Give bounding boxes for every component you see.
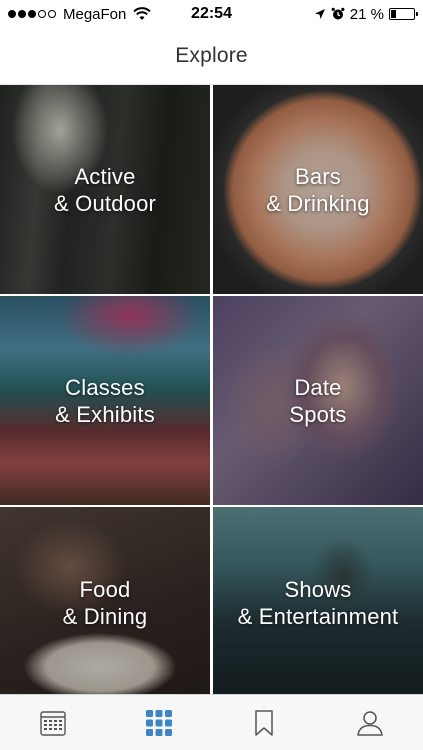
category-tile-active-outdoor[interactable]: Active & Outdoor: [0, 85, 210, 294]
battery-percent: 21 %: [349, 5, 384, 23]
signal-strength-icon: [8, 10, 56, 18]
signal-dot: [28, 10, 36, 18]
category-tile-shows-entertainment[interactable]: Shows & Entertainment: [213, 507, 423, 698]
signal-dot: [38, 10, 46, 18]
signal-dot: [18, 10, 26, 18]
tab-saved[interactable]: [234, 695, 294, 750]
category-tile-classes-exhibits[interactable]: Classes & Exhibits: [0, 296, 210, 505]
category-label: Active & Outdoor: [53, 163, 157, 216]
battery-icon: [389, 8, 418, 20]
category-tile-date-spots[interactable]: Date Spots: [213, 296, 423, 505]
status-right: 21 %: [314, 5, 418, 23]
category-tile-food-dining[interactable]: Food & Dining: [0, 507, 210, 698]
tab-explore[interactable]: [129, 695, 189, 750]
alarm-icon: [331, 7, 345, 20]
bookmark-icon: [255, 709, 274, 736]
profile-icon: [357, 710, 383, 736]
location-arrow-icon: [314, 9, 325, 19]
tab-calendar[interactable]: [23, 695, 83, 750]
signal-dot: [8, 10, 16, 18]
category-label: Shows & Entertainment: [237, 576, 399, 629]
category-label: Date Spots: [289, 374, 347, 427]
wifi-icon: [133, 7, 152, 20]
tab-profile[interactable]: [340, 695, 400, 750]
category-grid: Active & Outdoor Bars & Drinking Classes…: [0, 85, 423, 698]
grid-icon: [145, 709, 172, 736]
category-label: Bars & Drinking: [266, 163, 370, 216]
carrier-name: MegaFon: [63, 5, 127, 23]
signal-dot: [48, 10, 56, 18]
clock-time: 22:54: [191, 5, 232, 22]
tab-bar: [0, 694, 423, 750]
navigation-bar: Explore: [0, 28, 423, 85]
status-left: MegaFon: [8, 5, 152, 23]
category-label: Food & Dining: [62, 576, 148, 629]
calendar-icon: [40, 710, 66, 736]
battery-fill: [391, 10, 396, 18]
category-tile-bars-drinking[interactable]: Bars & Drinking: [213, 85, 423, 294]
page-title: Explore: [175, 44, 248, 67]
category-label: Classes & Exhibits: [55, 374, 155, 427]
status-bar: MegaFon 22:54 21 %: [0, 0, 423, 28]
